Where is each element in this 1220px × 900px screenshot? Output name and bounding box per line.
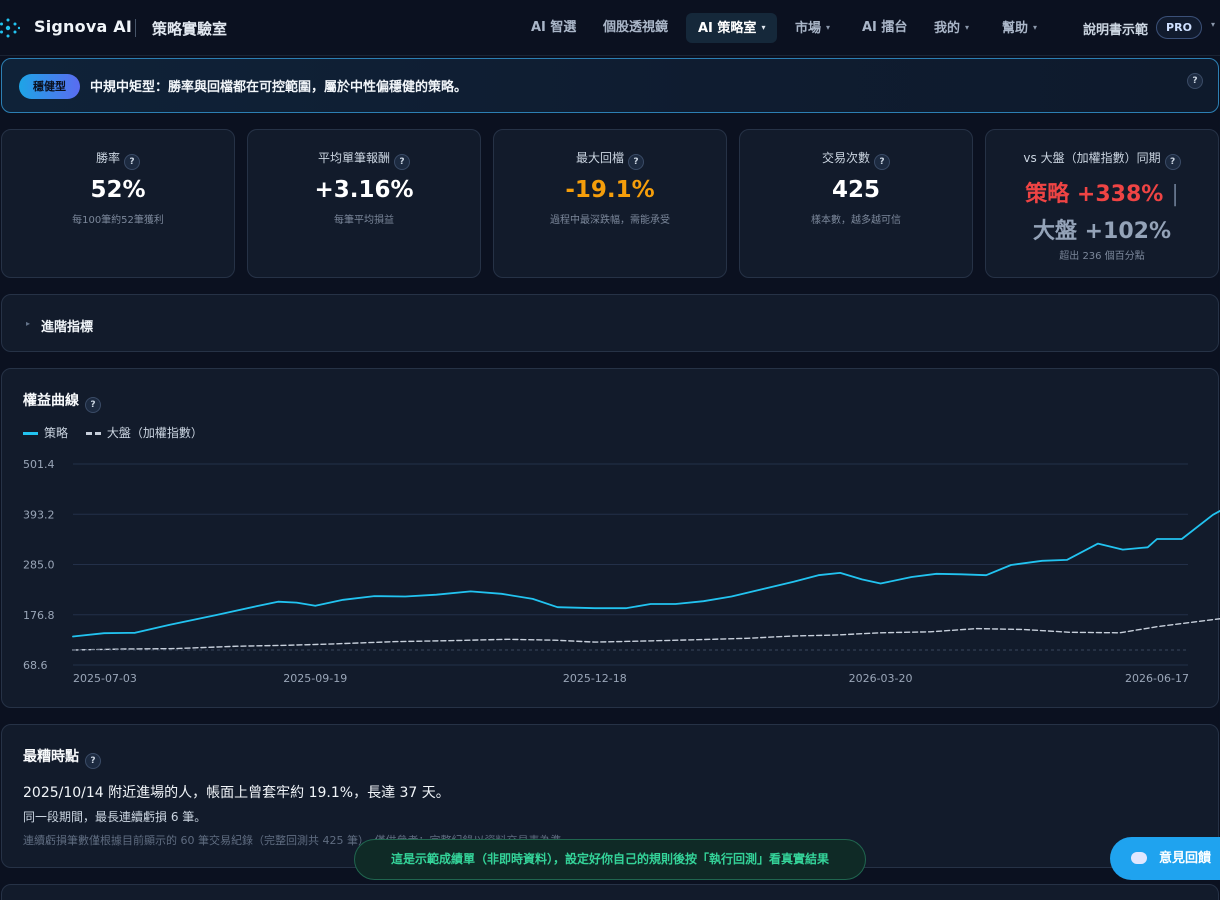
stat-value: -19.1% (565, 177, 655, 203)
nav-stock-lens-label: 個股透視鏡 (603, 20, 669, 35)
x-tick-label: 2025-12-18 (563, 672, 627, 685)
stat-label: 平均單筆報酬 (317, 151, 390, 165)
advanced-metrics-label: 進階指標 (41, 320, 94, 335)
y-tick-label: 176.8 (23, 609, 55, 622)
page-subtitle: 策略實驗室 (152, 20, 228, 38)
strategy-type-banner: 穩健型 中規中矩型：勝率與回檔都在可控範圍，屬於中性偏穩健的策略。 ? (1, 58, 1219, 113)
feedback-label: 意見回饋 (1159, 851, 1212, 866)
stat-card-max-drawdown: 最大回檔? -19.1% 過程中最深跌幅，需能承受 (493, 129, 727, 278)
worst-timing-summary: 2025/10/14 附近進場的人，帳面上曾套牢約 19.1%，長達 37 天。 (23, 785, 450, 801)
help-icon[interactable]: ? (394, 154, 410, 170)
stat-value: 425 (831, 177, 880, 203)
brand-name[interactable]: Signova AI (34, 17, 132, 36)
nav-market-label: 市場 (795, 21, 822, 36)
nav-stock-lens[interactable]: 個股透視鏡 (591, 13, 680, 43)
feedback-button[interactable]: 意見回饋 (1110, 837, 1220, 880)
demo-notice-toast: 這是示範成績單（非即時資料），設定好你自己的規則後按「執行回測」看真實結果 (354, 839, 866, 880)
stat-card-win-rate: 勝率? 52% 每100筆約52筆獲利 (1, 129, 235, 278)
caret-right-icon: ▸ (26, 319, 31, 328)
nav-ai-arena-label: AI 擂台 (862, 20, 908, 35)
worst-timing-title: 最糟時點 (23, 749, 79, 765)
nav-help[interactable]: 幫助 ▾ (990, 13, 1049, 43)
x-tick-label: 2025-07-03 (73, 672, 137, 685)
market-series-line (72, 618, 1220, 651)
equity-curve-chart[interactable]: 501.4 393.2 285.0 176.8 68.6 2025-07-03 2025-0… (2, 369, 1220, 709)
chat-bubble-icon (1131, 852, 1147, 864)
stat-note: 樣本數，越多越可信 (811, 215, 901, 226)
nav-ai-picks[interactable]: AI 智選 (519, 13, 588, 43)
stat-label: 勝率 (95, 151, 120, 165)
stat-value: 52% (90, 177, 146, 203)
worst-timing-losing-streak: 同一段期間，最長連續虧損 6 筆。 (23, 810, 207, 824)
nav-mine-label: 我的 (934, 21, 961, 36)
help-icon[interactable]: ? (85, 753, 101, 769)
stat-label: vs 大盤（加權指數）同期 (1023, 151, 1161, 165)
stat-label: 交易次數 (821, 151, 870, 165)
stat-note: 超出 236 個百分點 (1059, 251, 1145, 262)
chevron-down-icon: ▾ (965, 23, 970, 32)
stat-card-avg-return: 平均單筆報酬? +3.16% 每筆平均損益 (247, 129, 481, 278)
help-icon[interactable]: ? (628, 154, 644, 170)
stat-note: 每筆平均損益 (334, 215, 394, 226)
stat-note: 過程中最深跌幅，需能承受 (550, 215, 670, 226)
stat-value: +3.16% (314, 177, 414, 203)
help-icon[interactable]: ? (1187, 73, 1203, 89)
equity-curve-panel: 權益曲線? 策略 大盤（加權指數） 501.4 393.2 285.0 176.8 68… (1, 368, 1220, 709)
strategy-type-badge: 穩健型 (19, 74, 80, 99)
x-tick-label: 2026-06-17 (1125, 672, 1189, 685)
help-icon[interactable]: ? (1164, 154, 1181, 170)
help-icon[interactable]: ? (124, 154, 140, 170)
vs-divider: | (1171, 182, 1179, 207)
next-panel (1, 884, 1219, 900)
help-icon[interactable]: ? (874, 154, 890, 170)
stat-card-trade-count: 交易次數? 425 樣本數，越多越可信 (739, 129, 973, 278)
nav-ai-strategy-room[interactable]: AI 策略室 ▾ (686, 13, 778, 43)
nav-market[interactable]: 市場 ▾ (783, 13, 842, 43)
chevron-down-icon: ▾ (761, 23, 766, 32)
stat-label: 最大回檔 (575, 151, 624, 165)
nav-mine[interactable]: 我的 ▾ (922, 13, 981, 43)
strategy-type-description: 中規中矩型：勝率與回檔都在可控範圍，屬於中性偏穩健的策略。 (90, 80, 468, 95)
nav-ai-strategy-room-label: AI 策略室 (698, 21, 757, 36)
y-tick-label: 393.2 (23, 508, 55, 521)
strategy-series-line (72, 509, 1220, 638)
stat-note: 每100筆約52筆獲利 (72, 215, 164, 226)
advanced-metrics-toggle[interactable]: ▸ 進階指標 (1, 294, 1219, 352)
top-nav: Signova AI 策略實驗室 AI 智選 個股透視鏡 AI 策略室 ▾ 市場 ▾… (0, 0, 1220, 56)
chevron-down-icon: ▾ (1033, 23, 1038, 32)
nav-ai-picks-label: AI 智選 (531, 20, 577, 35)
nav-ai-arena[interactable]: AI 擂台 (850, 13, 919, 43)
x-tick-label: 2025-09-19 (283, 672, 347, 685)
pro-badge[interactable]: PRO (1156, 16, 1202, 39)
strategy-return: 策略 +338% (1025, 182, 1164, 207)
vs-strategy-line: 策略 +338% | (986, 176, 1218, 208)
chevron-down-icon: ▾ (826, 23, 831, 32)
x-tick-label: 2026-03-20 (849, 672, 913, 685)
y-tick-label: 501.4 (23, 458, 55, 471)
manual-demo-link[interactable]: 說明書示範 (1083, 19, 1148, 38)
signova-logo-icon[interactable] (0, 17, 20, 39)
chevron-down-icon[interactable]: ▾ (1211, 20, 1215, 29)
y-tick-label: 285.0 (23, 559, 55, 572)
market-return: 大盤 +102% (1032, 219, 1172, 244)
stat-card-vs-market: vs 大盤（加權指數）同期? 策略 +338% | 大盤 +102% 超出 236… (985, 129, 1219, 278)
nav-help-label: 幫助 (1002, 21, 1029, 36)
brand-divider (135, 19, 136, 37)
y-tick-label: 68.6 (23, 659, 48, 672)
